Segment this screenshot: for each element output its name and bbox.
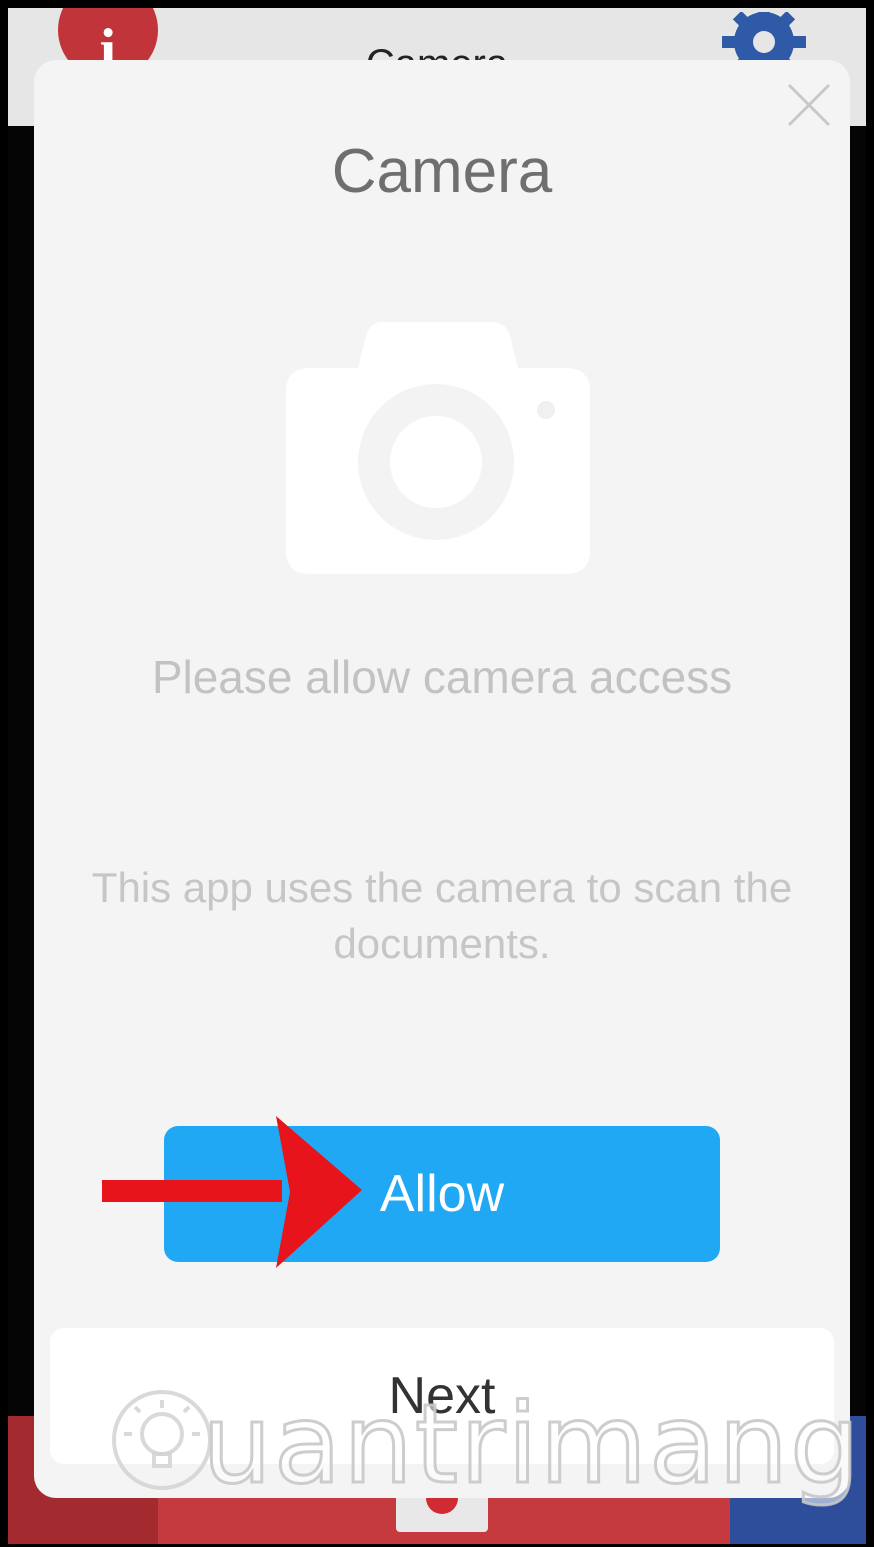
camera-icon: [286, 322, 590, 574]
permission-description: This app uses the camera to scan the doc…: [91, 864, 793, 967]
permission-prompt: Please allow camera access: [151, 651, 733, 703]
screenshot-frame: i Camera Camera: [0, 0, 874, 1547]
next-button[interactable]: Next: [50, 1328, 834, 1464]
allow-button[interactable]: Allow: [164, 1126, 720, 1262]
camera-permission-dialog: Camera Please allow camera access This a…: [34, 60, 850, 1498]
dialog-title: Camera: [331, 137, 553, 206]
close-icon[interactable]: [786, 82, 832, 128]
